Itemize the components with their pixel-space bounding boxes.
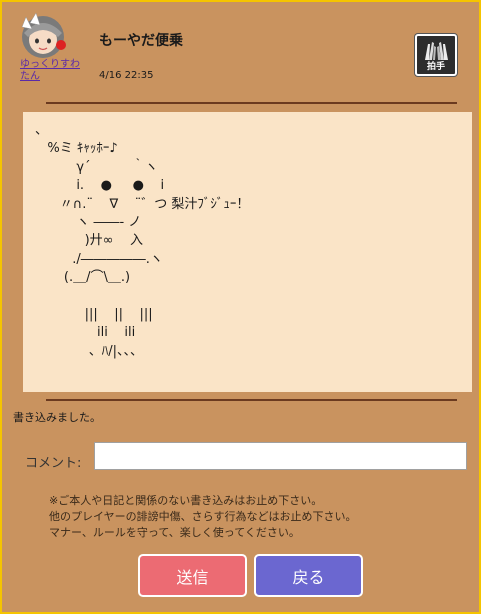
top-divider xyxy=(46,102,457,104)
send-button[interactable]: 送信 xyxy=(138,554,247,597)
ascii-art-line: (.＿/⌒\＿.) xyxy=(35,270,131,286)
diary-panel: ゆっくりすわたん もーやだ便乗 4/16 22:35 拍手 、 %ミ ｷｬｯﾎｰ… xyxy=(0,0,481,614)
posted-status-message: 書き込みました。 xyxy=(13,411,101,424)
notice-line: マナー、ルールを守って、楽しく使ってください。 xyxy=(49,526,300,539)
ascii-art-line xyxy=(35,288,472,306)
notice-text: ※ご本人や日記と関係のない書き込みはお止め下さい。他のプレイヤーの誹謗中傷、さら… xyxy=(49,493,356,541)
ascii-art-line: 、ﾊ/|、、、 xyxy=(35,343,143,359)
ascii-art-line: ./―――――.ヽ xyxy=(35,251,163,267)
ascii-art-line: 〃∩.¨ ∇ ¨゛つ 梨汁ﾌﾞｼﾞｭｰ！ xyxy=(35,196,250,212)
notice-line: 他のプレイヤーの誹謗中傷、さらす行為などはお止め下さい。 xyxy=(49,510,357,523)
ascii-art: 、 %ミ ｷｬｯﾎｰ♪ γ´ ｀ヽ i. ● ● i 〃∩.¨ ∇ ¨゛つ 梨汁… xyxy=(23,112,472,361)
user-avatar[interactable] xyxy=(18,11,68,59)
ascii-art-line: %ミ ｷｬｯﾎｰ♪ xyxy=(35,141,118,157)
ascii-art-line: γ´ ｀ヽ xyxy=(35,159,158,175)
ascii-art-line: i. ● ● i xyxy=(35,178,165,194)
notice-line: ※ご本人や日記と関係のない書き込みはお止め下さい。 xyxy=(49,494,323,507)
back-button[interactable]: 戻る xyxy=(254,554,363,597)
ascii-art-line: ili ili xyxy=(35,325,136,341)
comment-label: コメント: xyxy=(25,456,82,471)
username-link[interactable]: ゆっくりすわたん xyxy=(20,59,88,83)
post-title: もーやだ便乗 xyxy=(99,33,183,49)
clap-button[interactable]: 拍手 xyxy=(415,34,457,76)
clap-label: 拍手 xyxy=(426,62,445,72)
ascii-art-line: ||| || ||| xyxy=(35,307,153,323)
ascii-art-line: ヽ ――- ノ xyxy=(35,215,142,231)
comment-input[interactable] xyxy=(94,442,467,470)
avatar-image xyxy=(21,12,66,58)
post-date: 4/16 22:35 xyxy=(99,70,154,81)
ascii-art-line: )廾∞ 入 xyxy=(35,233,144,249)
diary-body: 、 %ミ ｷｬｯﾎｰ♪ γ´ ｀ヽ i. ● ● i 〃∩.¨ ∇ ¨゛つ 梨汁… xyxy=(23,112,472,392)
ascii-art-line: 、 xyxy=(35,123,49,138)
bottom-divider xyxy=(46,399,457,401)
